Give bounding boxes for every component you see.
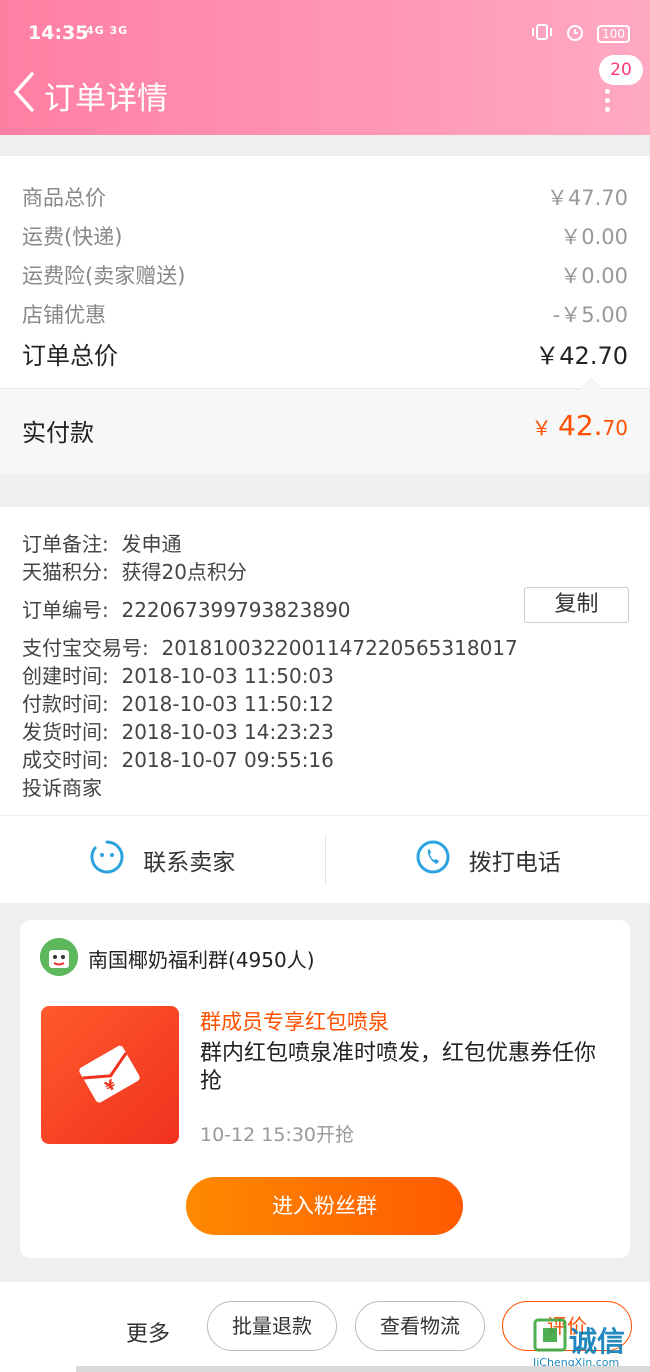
message-count-badge[interactable]: 20 <box>599 55 643 85</box>
order-total-row: 订单总价 ￥42.70 <box>22 336 628 371</box>
shipped-value: 2018-10-03 14:23:23 <box>121 720 334 744</box>
price-value: ￥0.00 <box>560 225 628 249</box>
price-value: ￥47.70 <box>546 186 628 210</box>
promo-time: 10-12 15:30开抢 <box>200 1124 355 1146</box>
fan-group-card: 南国椰奶福利群(4950人) ¥ 群成员专享红包喷泉 群内红包喷泉准时喷发，红包… <box>20 920 630 1258</box>
network-indicator: 4G 3G <box>86 24 129 37</box>
group-name: 南国椰奶福利群(4950人) <box>88 948 315 972</box>
price-value: ￥0.00 <box>560 264 628 288</box>
price-row-shipping: 运费(快递) ￥0.00 <box>22 221 628 251</box>
vibrate-icon <box>531 22 553 46</box>
battery-icon: 100 <box>597 25 630 43</box>
pointer-arrow <box>580 378 602 389</box>
order-number-label: 订单编号: <box>22 598 109 622</box>
app-header: 14:35 4G 3G 100 订单详情 20 <box>0 0 650 135</box>
call-phone-button[interactable]: 拨打电话 <box>326 816 650 903</box>
points-row: 天猫积分: 获得20点积分 <box>22 556 247 585</box>
order-info: 订单备注: 发申通 天猫积分: 获得20点积分 订单编号: 2220673997… <box>0 507 650 815</box>
remark-label: 订单备注: <box>22 532 109 556</box>
price-row-discount: 店铺优惠 -￥5.00 <box>22 299 628 329</box>
paid-time-label: 付款时间: <box>22 692 109 716</box>
alipay-row: 支付宝交易号: 2018100322001147220565318017 <box>22 632 518 661</box>
status-icons: 100 <box>531 22 630 46</box>
paid-currency: ￥ <box>531 416 552 440</box>
paid-decimal: 70 <box>602 416 628 440</box>
created-value: 2018-10-03 11:50:03 <box>121 664 334 688</box>
contact-bar: 联系卖家 拨打电话 <box>0 815 650 903</box>
red-packet-image: ¥ <box>41 1006 179 1144</box>
price-label: 运费险(卖家赠送) <box>22 264 186 288</box>
paid-amount-row: 实付款 ￥ 42.70 <box>0 378 650 474</box>
order-total-label: 订单总价 <box>22 342 118 370</box>
copy-button[interactable]: 复制 <box>524 587 629 623</box>
order-number-value: 222067399793823890 <box>121 598 351 622</box>
remark-row: 订单备注: 发申通 <box>22 528 181 557</box>
watermark-logo: 诚信 JiChengXin.com <box>533 1318 648 1372</box>
contact-seller-button[interactable]: 联系卖家 <box>0 816 325 903</box>
call-phone-label: 拨打电话 <box>468 849 561 876</box>
more-button[interactable]: 更多 <box>126 1316 170 1348</box>
price-row-goods: 商品总价 ￥47.70 <box>22 182 628 212</box>
alipay-label: 支付宝交易号: <box>22 636 149 660</box>
complain-link[interactable]: 投诉商家 <box>22 772 102 801</box>
phone-icon <box>415 839 451 881</box>
view-logistics-button[interactable]: 查看物流 <box>355 1301 485 1351</box>
contact-seller-label: 联系卖家 <box>143 849 236 876</box>
bottom-shadow <box>76 1366 650 1372</box>
status-time: 14:35 <box>28 22 89 44</box>
price-summary: 商品总价 ￥47.70 运费(快递) ￥0.00 运费险(卖家赠送) ￥0.00… <box>0 155 650 474</box>
order-number-row: 订单编号: 222067399793823890 <box>22 594 351 623</box>
more-menu-icon[interactable] <box>601 85 613 117</box>
group-avatar <box>40 938 78 976</box>
promo-description: 群内红包喷泉准时喷发，红包优惠券任你抢 <box>200 1041 597 1094</box>
alipay-value: 2018100322001147220565318017 <box>161 636 518 660</box>
chat-face-icon <box>89 839 125 881</box>
paid-time-value: 2018-10-03 11:50:12 <box>121 692 334 716</box>
shipped-row: 发货时间: 2018-10-03 14:23:23 <box>22 716 334 745</box>
join-group-button[interactable]: 进入粉丝群 <box>186 1177 463 1235</box>
price-value: -￥5.00 <box>552 303 628 327</box>
remark-value: 发申通 <box>121 532 182 556</box>
page-title: 订单详情 <box>44 81 168 117</box>
price-row-insurance: 运费险(卖家赠送) ￥0.00 <box>22 260 628 290</box>
created-row: 创建时间: 2018-10-03 11:50:03 <box>22 660 334 689</box>
paid-time-row: 付款时间: 2018-10-03 11:50:12 <box>22 688 334 717</box>
points-label: 天猫积分: <box>22 560 109 584</box>
price-label: 商品总价 <box>22 186 106 210</box>
closed-value: 2018-10-07 09:55:16 <box>121 748 334 772</box>
shipped-label: 发货时间: <box>22 720 109 744</box>
closed-row: 成交时间: 2018-10-07 09:55:16 <box>22 744 334 773</box>
price-label: 运费(快递) <box>22 225 123 249</box>
order-total-value: ￥42.70 <box>535 342 628 370</box>
watermark-emblem-icon <box>533 1318 567 1356</box>
paid-label: 实付款 <box>22 419 94 447</box>
created-label: 创建时间: <box>22 664 109 688</box>
closed-label: 成交时间: <box>22 748 109 772</box>
watermark-text: 诚信 <box>569 1325 626 1358</box>
points-value: 获得20点积分 <box>121 560 247 584</box>
price-label: 店铺优惠 <box>22 303 106 327</box>
paid-value: ￥ 42.70 <box>532 409 628 442</box>
batch-refund-button[interactable]: 批量退款 <box>207 1301 337 1351</box>
paid-integer: 42. <box>558 409 603 442</box>
alarm-icon <box>565 22 585 46</box>
promo-title: 群成员专享红包喷泉 <box>200 1010 389 1034</box>
